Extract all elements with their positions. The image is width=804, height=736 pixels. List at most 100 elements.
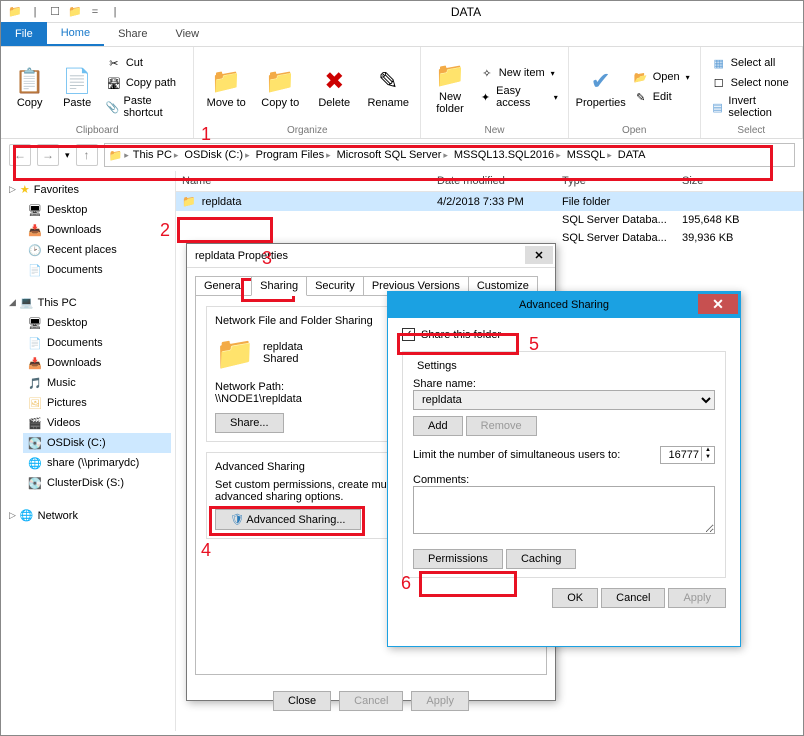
select-none-button[interactable]: ☐Select none — [709, 74, 794, 92]
sidebar-item-share[interactable]: 🌐share (\\primarydc) — [23, 453, 171, 473]
permissions-button[interactable]: Permissions — [413, 549, 503, 569]
crumb-osdisk[interactable]: OSDisk (C:)▸ — [182, 149, 251, 161]
crumb-this-pc[interactable]: This PC▸ — [131, 149, 181, 161]
user-limit-spinner[interactable]: ▲▼ — [660, 446, 715, 464]
paste-button[interactable]: 📄Paste — [56, 51, 97, 123]
remove-button[interactable]: Remove — [466, 416, 537, 436]
open-group: ✔Properties 📂Open▾ ✎Edit Open — [569, 47, 701, 138]
ribbon: 📋Copy 📄Paste ✂Cut 🛣Copy path 📎Paste shor… — [1, 47, 803, 139]
paste-shortcut-button[interactable]: 📎Paste shortcut — [104, 94, 185, 120]
copy-path-button[interactable]: 🛣Copy path — [104, 74, 185, 92]
share-this-folder-checkbox[interactable]: ✓ Share this folder — [402, 328, 726, 341]
col-size: Size — [682, 175, 797, 187]
tab-sharing[interactable]: Sharing — [251, 276, 307, 296]
props-icon[interactable]: ☐ — [47, 4, 63, 20]
new-folder-button[interactable]: 📁New folder — [429, 51, 471, 123]
properties-close-button[interactable]: ✕ — [525, 246, 553, 264]
address-bar[interactable]: 📁 ▸ This PC▸ OSDisk (C:)▸ Program Files▸… — [104, 143, 795, 167]
column-headers[interactable]: Name Date modified Type Size — [176, 171, 803, 192]
sidebar-item-documents[interactable]: 📄Documents — [23, 260, 171, 280]
favorites-header[interactable]: ▷★Favorites — [5, 179, 171, 200]
file-tab[interactable]: File — [1, 22, 47, 46]
folder2-icon[interactable]: 📁 — [67, 4, 83, 20]
user-limit-input — [661, 447, 701, 463]
col-modified: Date modified — [437, 175, 562, 187]
thispc-header[interactable]: ◢💻This PC — [5, 292, 171, 313]
delete-button[interactable]: ✖Delete — [310, 51, 358, 123]
sidebar-item-clusterdisk[interactable]: 💽ClusterDisk (S:) — [23, 473, 171, 493]
sidebar-item-downloads[interactable]: 📥Downloads — [23, 220, 171, 240]
sidebar-item-pc-videos[interactable]: 🎬Videos — [23, 413, 171, 433]
sidebar-item-pc-music[interactable]: 🎵Music — [23, 373, 171, 393]
sidebar-item-recent[interactable]: 🕑Recent places — [23, 240, 171, 260]
file-row[interactable]: SQL Server Databa...195,648 KB — [176, 211, 803, 229]
comments-textarea[interactable] — [413, 486, 715, 534]
checkbox-icon: ✓ — [402, 328, 415, 341]
adv-cancel-button[interactable]: Cancel — [601, 588, 665, 608]
sidebar-item-pc-downloads[interactable]: 📥Downloads — [23, 353, 171, 373]
home-tab[interactable]: Home — [47, 22, 104, 46]
spin-down-icon: ▼ — [701, 454, 714, 461]
cut-button[interactable]: ✂Cut — [104, 54, 185, 72]
eq-icon[interactable]: = — [87, 4, 103, 20]
properties-button[interactable]: ✔Properties — [577, 51, 625, 123]
tab-security[interactable]: Security — [306, 276, 364, 295]
cancel-button[interactable]: Cancel — [339, 691, 403, 711]
col-name: Name — [182, 175, 437, 187]
file-row-repldata[interactable]: 📁repldata 4/2/2018 7:33 PM File folder — [176, 192, 803, 211]
sidebar-item-pc-documents[interactable]: 📄Documents — [23, 333, 171, 353]
ribbon-tabs: File Home Share View — [1, 23, 803, 47]
new-group: 📁New folder ✧New item▾ ✦Easy access▾ New — [421, 47, 568, 138]
nav-up-button[interactable]: ↑ — [76, 144, 98, 166]
select-all-button[interactable]: ▦Select all — [709, 54, 794, 72]
edit-button[interactable]: ✎Edit — [631, 88, 692, 106]
newitem-icon: ✧ — [479, 65, 495, 81]
crumb-data[interactable]: DATA — [616, 149, 648, 161]
advanced-sharing-close-button[interactable]: ✕ — [698, 294, 738, 314]
advanced-sharing-button[interactable]: 🛡 Advanced Sharing... — [215, 509, 361, 530]
easyaccess-icon: ✦ — [479, 89, 492, 105]
shortcut-icon: 📎 — [106, 99, 120, 115]
rename-button[interactable]: ✎Rename — [364, 51, 412, 123]
spin-up-icon: ▲ — [701, 447, 714, 454]
easy-access-button[interactable]: ✦Easy access▾ — [477, 84, 560, 110]
network-header[interactable]: ▷🌐Network — [5, 505, 171, 526]
close-button[interactable]: Close — [273, 691, 331, 711]
open-icon: 📂 — [633, 69, 649, 85]
apply-button[interactable]: Apply — [411, 691, 469, 711]
add-button[interactable]: Add — [413, 416, 463, 436]
share-button[interactable]: Share... — [215, 413, 284, 433]
address-section: ← → ▾ ↑ 📁 ▸ This PC▸ OSDisk (C:)▸ Progra… — [1, 139, 803, 171]
copyto-button[interactable]: 📁Copy to — [256, 51, 304, 123]
address-folder-icon: 📁 — [109, 149, 123, 162]
ok-button[interactable]: OK — [552, 588, 598, 608]
crumb-mssql[interactable]: MSSQL▸ — [565, 149, 614, 161]
crumb-sql-server[interactable]: Microsoft SQL Server▸ — [335, 149, 450, 161]
copy-button[interactable]: 📋Copy — [9, 51, 50, 123]
sidebar-item-osdisk[interactable]: 💽OSDisk (C:) — [23, 433, 171, 453]
sidebar-item-pc-desktop[interactable]: 🖥Desktop — [23, 313, 171, 333]
new-item-button[interactable]: ✧New item▾ — [477, 64, 560, 82]
view-tab[interactable]: View — [161, 22, 213, 46]
col-type: Type — [562, 175, 682, 187]
moveto-button[interactable]: 📁Move to — [202, 51, 250, 123]
crumb-mssql13[interactable]: MSSQL13.SQL2016▸ — [452, 149, 563, 161]
invert-selection-button[interactable]: ▤Invert selection — [709, 94, 794, 120]
caching-button[interactable]: Caching — [506, 549, 576, 569]
nav-back-button[interactable]: ← — [9, 144, 31, 166]
tab-general[interactable]: General — [195, 276, 252, 295]
chevron-down-icon[interactable]: ▾ — [65, 150, 70, 161]
divider2-icon: | — [107, 4, 123, 20]
adv-apply-button[interactable]: Apply — [668, 588, 726, 608]
sidebar-item-desktop[interactable]: 🖥Desktop — [23, 200, 171, 220]
open-button[interactable]: 📂Open▾ — [631, 68, 692, 86]
scissors-icon: ✂ — [106, 55, 122, 71]
folder-icon: 📁 — [7, 4, 23, 20]
share-name-select[interactable]: repldata — [413, 390, 715, 410]
clipboard-group: 📋Copy 📄Paste ✂Cut 🛣Copy path 📎Paste shor… — [1, 47, 194, 138]
nav-fwd-button[interactable]: → — [37, 144, 59, 166]
selectnone-icon: ☐ — [711, 75, 727, 91]
crumb-program-files[interactable]: Program Files▸ — [254, 149, 333, 161]
sidebar-item-pc-pictures[interactable]: 🖼Pictures — [23, 393, 171, 413]
share-tab[interactable]: Share — [104, 22, 161, 46]
